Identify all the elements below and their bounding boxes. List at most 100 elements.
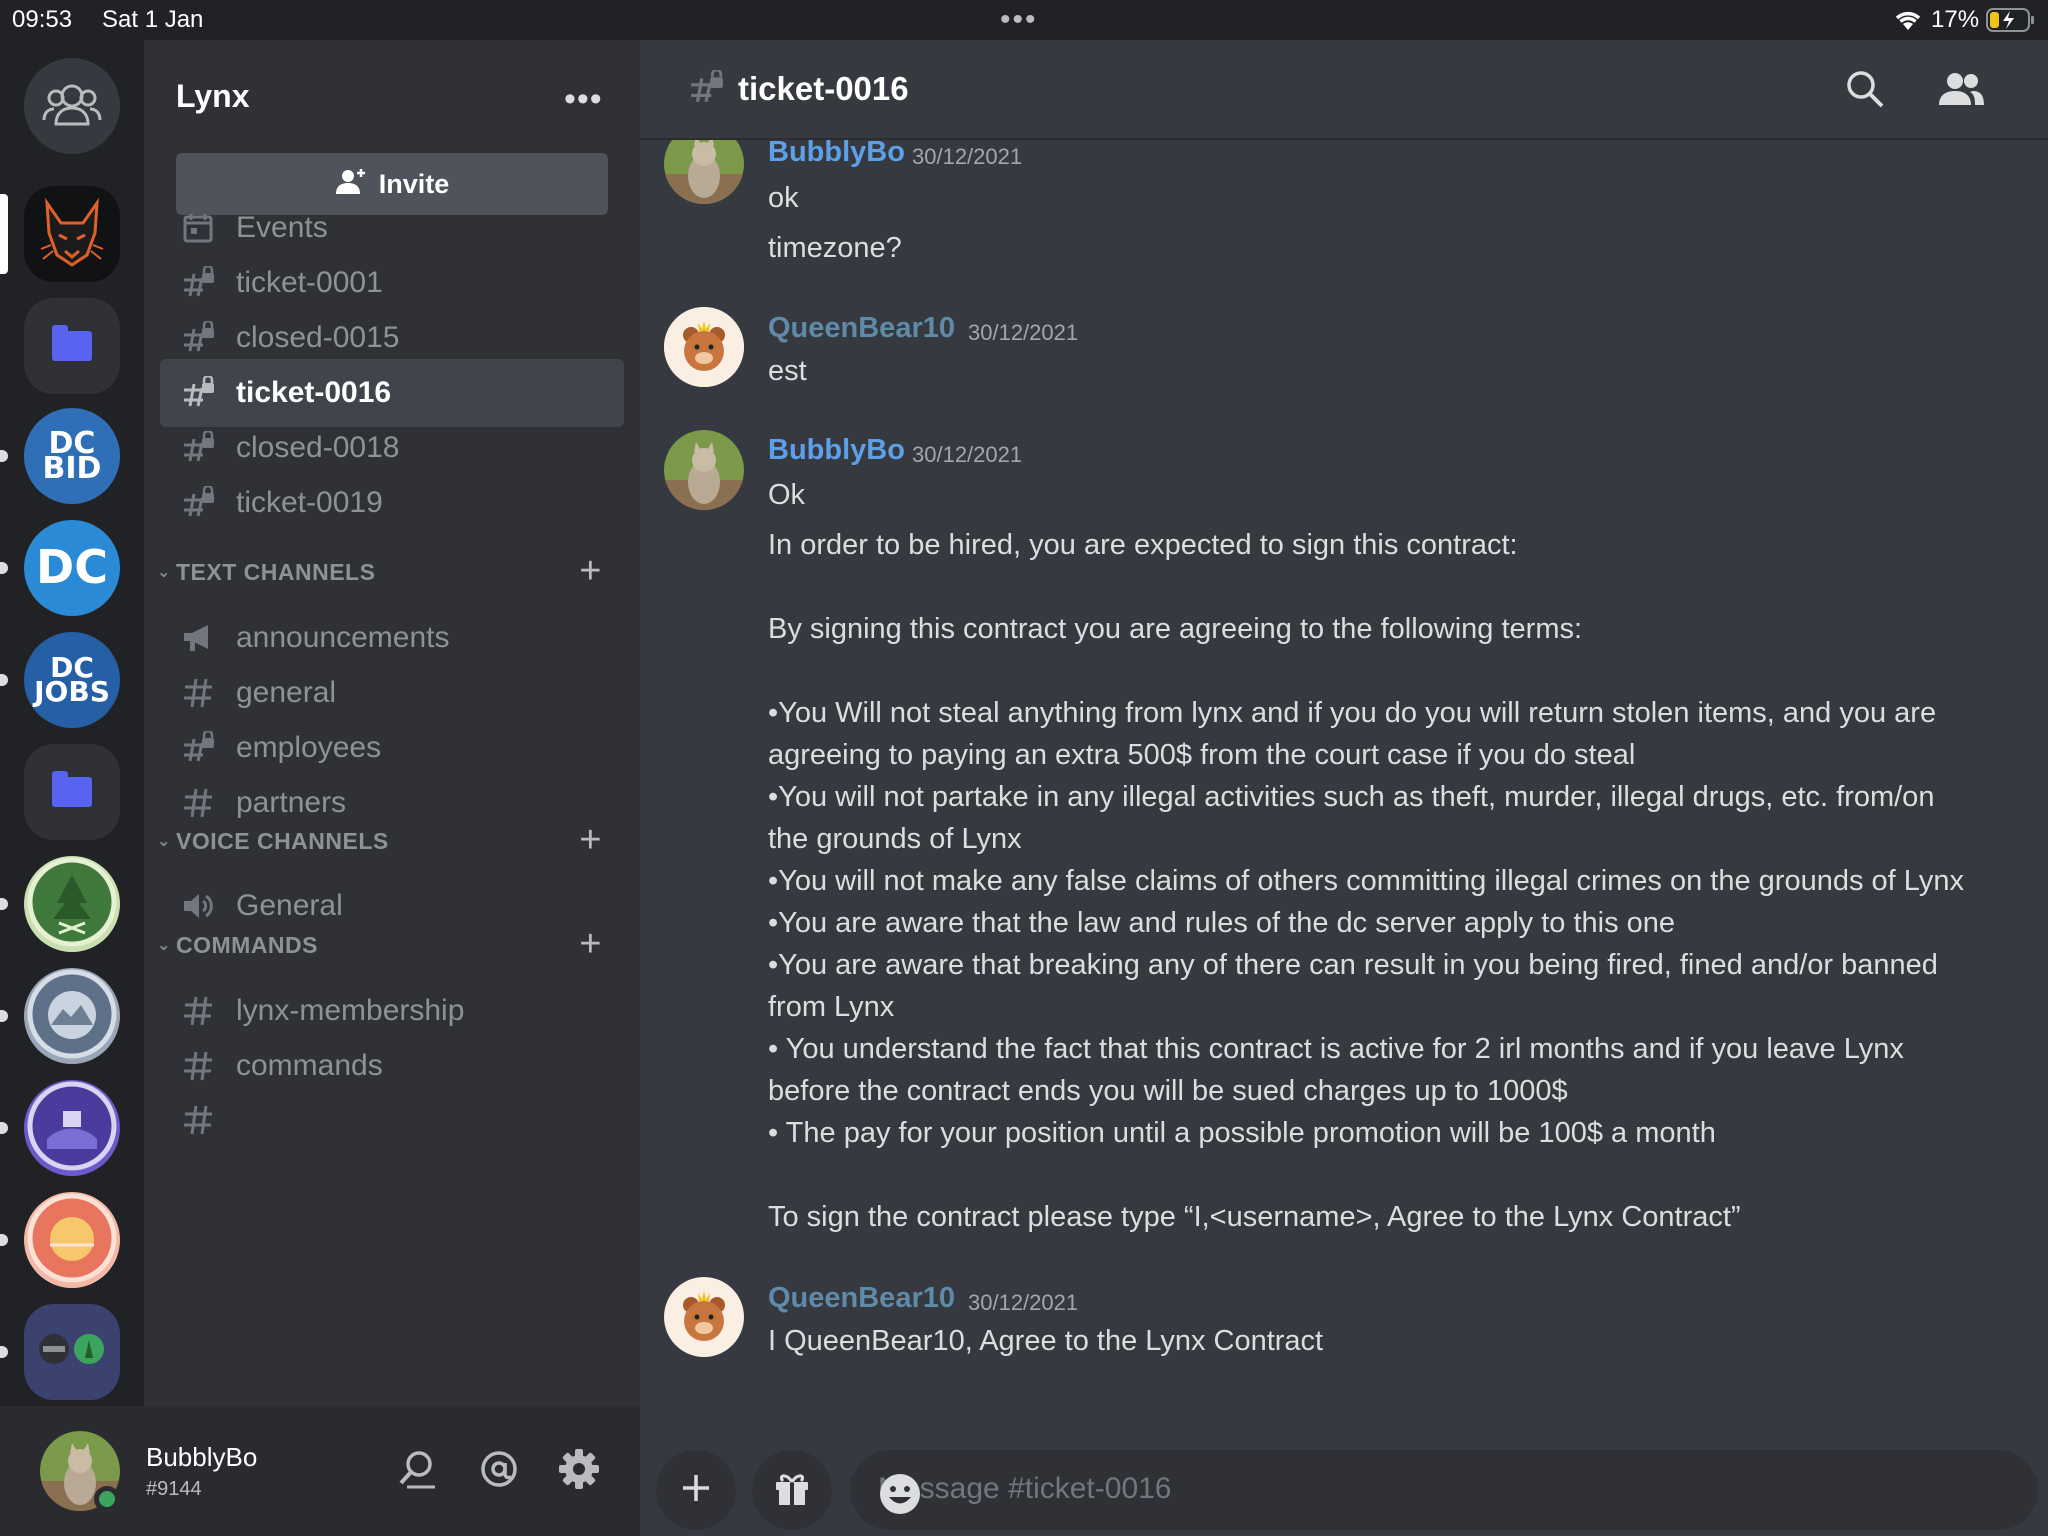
- message-text: •You will not make any false claims of o…: [768, 865, 1964, 897]
- channel-label: closed-0015: [236, 321, 400, 354]
- folder-preview-icon: [37, 1330, 107, 1375]
- message-text: •You will not partake in any illegal act…: [768, 781, 1935, 813]
- server-lynx[interactable]: [24, 186, 120, 282]
- message-input[interactable]: Message #ticket-0016: [850, 1450, 2038, 1530]
- emoji-icon[interactable]: [878, 1472, 922, 1516]
- friends-icon: [42, 78, 102, 135]
- locked-hash-icon: [178, 728, 218, 768]
- attach-button[interactable]: [656, 1450, 736, 1530]
- server-town-1[interactable]: [24, 856, 120, 952]
- message-text: • You understand the fact that this cont…: [768, 1033, 1904, 1065]
- friends-dm-button[interactable]: [24, 58, 120, 154]
- server-town-2[interactable]: [24, 968, 120, 1064]
- message-author[interactable]: BubblyBo: [768, 434, 905, 467]
- category-commands[interactable]: ⌄ COMMANDS +: [152, 923, 624, 966]
- avatar[interactable]: [664, 140, 744, 204]
- category-voice-channels[interactable]: ⌄ VOICE CHANNELS +: [152, 819, 624, 862]
- locked-hash-icon: [178, 318, 218, 358]
- locked-hash-icon: [178, 483, 218, 523]
- message-text: the grounds of Lynx: [768, 823, 1022, 855]
- town-seal-icon: [27, 969, 117, 1064]
- server-folder-1[interactable]: [24, 298, 120, 394]
- channel-label: ticket-0001: [236, 266, 383, 299]
- chevron-down-icon: ⌄: [157, 937, 171, 954]
- message-author[interactable]: QueenBear10: [768, 1282, 955, 1315]
- search-user-button[interactable]: [394, 1448, 440, 1494]
- hash-icon: [178, 1100, 218, 1140]
- add-channel-icon[interactable]: +: [579, 550, 602, 593]
- town-seal-icon: [27, 1193, 117, 1288]
- channel-label: General: [236, 889, 343, 922]
- server-dc-bid-label: DC BID: [42, 425, 102, 486]
- gift-button[interactable]: [752, 1450, 832, 1530]
- add-channel-icon[interactable]: +: [579, 923, 602, 966]
- search-person-icon: [395, 1449, 439, 1494]
- server-dc-bid[interactable]: DC BID: [24, 408, 120, 504]
- unread-indicator: [0, 1122, 8, 1134]
- avatar[interactable]: [664, 307, 744, 387]
- category-label: VOICE CHANNELS: [176, 827, 389, 854]
- chat-header: ticket-0016: [640, 40, 2048, 140]
- status-bar: 09:53 Sat 1 Jan ••• 17%: [0, 0, 2048, 40]
- message-composer: Message #ticket-0016: [640, 1420, 2048, 1536]
- unread-indicator: [0, 674, 8, 686]
- message-text: before the contract ends you will be sue…: [768, 1075, 1568, 1107]
- server-town-3[interactable]: [24, 1080, 120, 1176]
- server-menu-icon[interactable]: •••: [564, 80, 603, 119]
- message-text: To sign the contract please type “I,<use…: [768, 1201, 1741, 1233]
- add-channel-icon[interactable]: +: [579, 819, 602, 862]
- channel-label: partners: [236, 786, 347, 819]
- avatar[interactable]: [664, 430, 744, 510]
- message-text: In order to be hired, you are expected t…: [768, 529, 1518, 561]
- channel-partially-visible[interactable]: [160, 1086, 624, 1154]
- locked-hash-icon: [178, 263, 218, 303]
- message-text: •You are aware that the law and rules of…: [768, 907, 1676, 939]
- town-seal-icon: [27, 1081, 117, 1176]
- message-text: Ok: [768, 479, 806, 511]
- server-dc-jobs[interactable]: DC JOBS: [24, 632, 120, 728]
- category-text-channels[interactable]: ⌄ TEXT CHANNELS +: [152, 550, 624, 593]
- calendar-icon: [178, 208, 218, 248]
- server-rail: DC BID DC DC JOBS: [0, 40, 144, 1536]
- server-town-4[interactable]: [24, 1192, 120, 1288]
- message-timestamp: 30/12/2021: [912, 144, 1023, 169]
- server-dc-jobs-label: DC JOBS: [34, 651, 110, 708]
- channel-label: closed-0018: [236, 431, 400, 464]
- unread-indicator: [0, 898, 8, 910]
- channel-label: lynx-membership: [236, 994, 465, 1027]
- message-author[interactable]: QueenBear10: [768, 312, 955, 345]
- mentions-button[interactable]: [476, 1448, 522, 1494]
- server-folder-3[interactable]: [24, 1304, 120, 1400]
- unread-indicator: [0, 562, 8, 574]
- server-folder-2[interactable]: [24, 744, 120, 840]
- message-text: est: [768, 355, 807, 387]
- message-list: BubblyBo 30/12/2021 ok timezone? QueenBe…: [640, 140, 2048, 1452]
- folder-icon: [52, 771, 92, 807]
- settings-button[interactable]: [556, 1448, 602, 1494]
- message-text: timezone?: [768, 232, 902, 264]
- message-author[interactable]: BubblyBo: [768, 140, 905, 169]
- channel-label: general: [236, 676, 337, 709]
- chat-area: ticket-0016 BubblyBo 30/12/2021 ok timez…: [640, 40, 2048, 1536]
- at-sign-icon: [479, 1449, 519, 1494]
- members-icon: [1937, 71, 1985, 112]
- search-button[interactable]: [1840, 66, 1890, 116]
- channel-ticket-0019[interactable]: ticket-0019: [160, 469, 624, 537]
- channel-label: employees: [236, 731, 382, 764]
- server-dc[interactable]: DC: [24, 520, 120, 616]
- category-label: COMMANDS: [176, 931, 318, 958]
- folder-icon: [52, 325, 92, 361]
- gift-icon: [772, 1468, 812, 1513]
- message-text: ok: [768, 182, 799, 214]
- multitasking-dots-icon[interactable]: •••: [1000, 5, 1038, 35]
- channel-label: announcements: [236, 621, 450, 654]
- channel-label: ticket-0016: [236, 376, 392, 409]
- avatar[interactable]: [664, 1277, 744, 1357]
- speaker-icon: [178, 886, 218, 926]
- message-text: from Lynx: [768, 991, 895, 1023]
- unread-indicator: [0, 1234, 8, 1246]
- member-list-button[interactable]: [1936, 66, 1986, 116]
- hash-icon: [178, 783, 218, 823]
- server-name[interactable]: Lynx: [176, 78, 250, 115]
- locked-hash-icon: [688, 68, 724, 111]
